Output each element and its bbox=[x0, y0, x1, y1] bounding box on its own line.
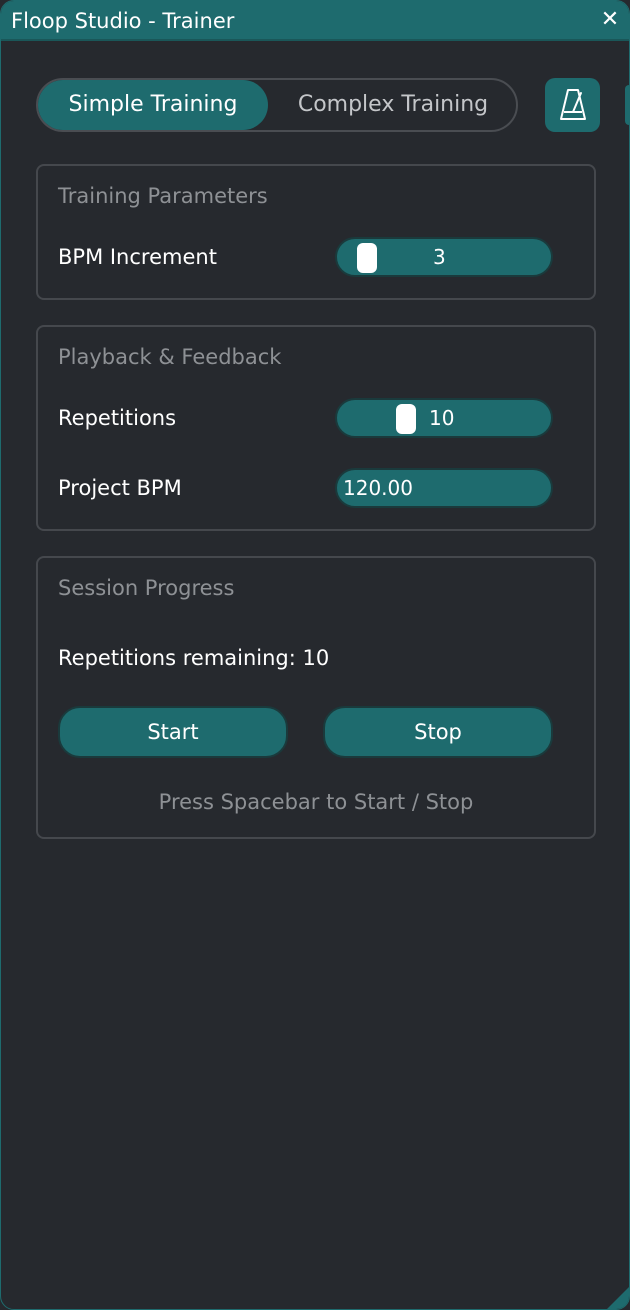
window-title: Floop Studio - Trainer bbox=[11, 9, 235, 33]
start-button[interactable]: Start bbox=[58, 706, 288, 758]
playback-feedback-title: Playback & Feedback bbox=[58, 345, 282, 369]
stop-button[interactable]: Stop bbox=[323, 706, 553, 758]
bpm-increment-value: 3 bbox=[433, 245, 446, 269]
bpm-increment-slider[interactable]: 3 bbox=[335, 237, 553, 277]
metronome-icon bbox=[560, 89, 586, 120]
session-progress-group: Session Progress Repetitions remaining: … bbox=[36, 556, 596, 839]
resize-grip-icon[interactable] bbox=[603, 1283, 629, 1309]
repetitions-remaining-text: Repetitions remaining: 10 bbox=[58, 646, 330, 670]
side-panel-handle[interactable] bbox=[625, 85, 629, 125]
project-bpm-label: Project BPM bbox=[58, 476, 182, 500]
slider-thumb[interactable] bbox=[396, 404, 416, 434]
training-parameters-group: Training Parameters BPM Increment 3 bbox=[36, 164, 596, 300]
metronome-button[interactable] bbox=[545, 78, 600, 132]
session-progress-title: Session Progress bbox=[58, 576, 235, 600]
repetitions-slider[interactable]: 10 bbox=[335, 398, 553, 438]
repetitions-label: Repetitions bbox=[58, 406, 177, 430]
bpm-increment-label: BPM Increment bbox=[58, 245, 217, 269]
training-mode-tabs: Simple Training Complex Training bbox=[36, 78, 518, 132]
title-bar[interactable]: Floop Studio - Trainer ✕ bbox=[1, 1, 629, 41]
playback-feedback-group: Playback & Feedback Repetitions 10 Proje… bbox=[36, 325, 596, 531]
trainer-window: Floop Studio - Trainer ✕ Simple Training… bbox=[0, 0, 630, 1310]
tab-complex-training[interactable]: Complex Training bbox=[268, 80, 518, 130]
spacebar-hint: Press Spacebar to Start / Stop bbox=[158, 790, 474, 814]
close-icon[interactable]: ✕ bbox=[599, 9, 621, 31]
tab-simple-training[interactable]: Simple Training bbox=[38, 80, 268, 130]
project-bpm-field[interactable]: 120.00 bbox=[335, 468, 553, 508]
slider-thumb[interactable] bbox=[357, 243, 377, 273]
training-parameters-title: Training Parameters bbox=[58, 184, 268, 208]
repetitions-value: 10 bbox=[429, 406, 455, 430]
